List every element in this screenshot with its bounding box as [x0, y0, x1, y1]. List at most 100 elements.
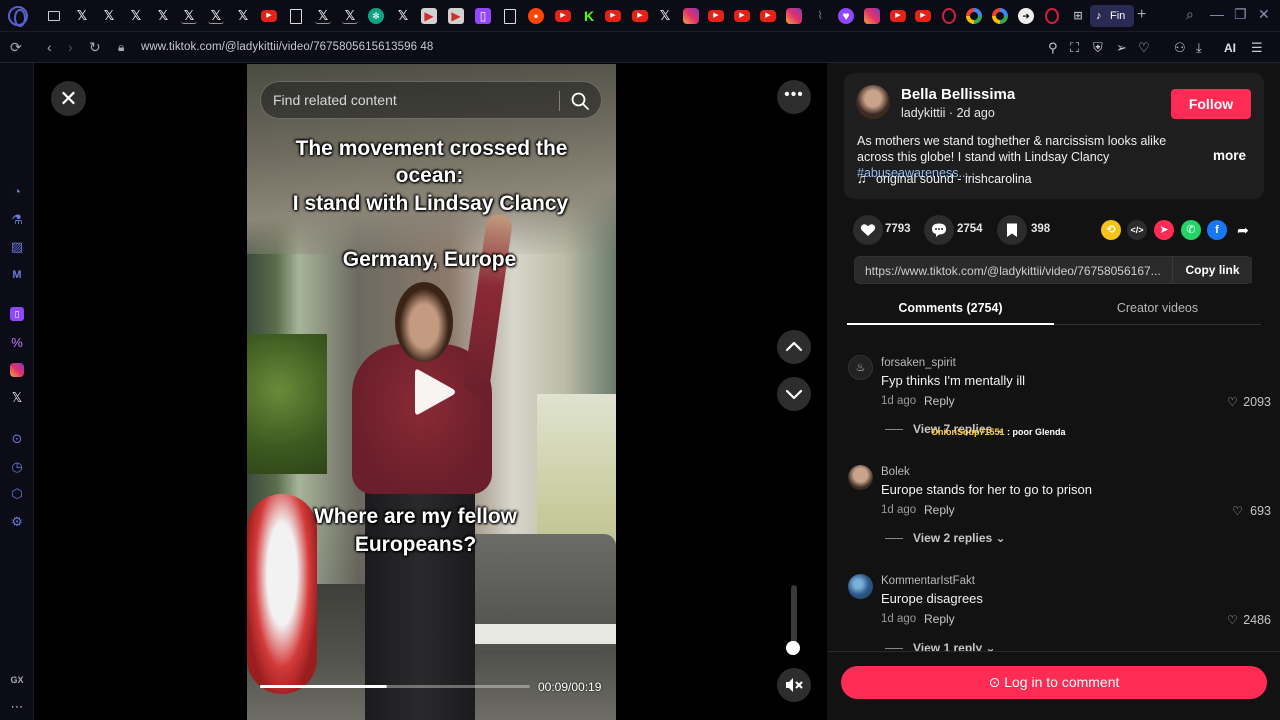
more-description-button[interactable]: more: [1213, 148, 1246, 163]
tab-flag-icon[interactable]: ▶: [421, 8, 437, 24]
tab-x-icon[interactable]: 𝕏: [315, 8, 331, 24]
tab-app-icon[interactable]: ♥: [838, 8, 854, 24]
opera-logo-icon[interactable]: [8, 6, 28, 27]
tab-google-icon[interactable]: [992, 8, 1008, 24]
tab-google-icon[interactable]: [966, 8, 982, 24]
twitch-sidebar-icon[interactable]: ▯: [10, 307, 24, 321]
sound-link[interactable]: original sound - irishcarolina: [876, 172, 1032, 186]
tab-chart-icon[interactable]: ⌇: [812, 8, 828, 24]
comment-reply-button[interactable]: Reply: [924, 394, 955, 408]
extensions-icon[interactable]: ⬡: [9, 486, 25, 502]
tab-x-icon[interactable]: 𝕏: [101, 8, 117, 24]
related-search-box[interactable]: [260, 81, 602, 119]
embed-icon[interactable]: </>: [1127, 220, 1147, 240]
tab-x-icon[interactable]: 𝕏: [208, 8, 224, 24]
tab-youtube-icon[interactable]: ▶: [261, 10, 277, 22]
search-input[interactable]: [273, 92, 543, 108]
tab-x-icon[interactable]: 𝕏: [342, 8, 358, 24]
new-tab-button[interactable]: +: [1137, 6, 1146, 24]
tab-youtube-icon[interactable]: ▶: [632, 10, 648, 22]
author-handle[interactable]: ladykittii · 2d ago: [901, 106, 995, 120]
minimize-icon[interactable]: —: [1210, 6, 1224, 22]
send-to-friends-icon[interactable]: ➤: [1154, 220, 1174, 240]
workspace-icon[interactable]: ▨: [9, 239, 25, 255]
comment-reply-button[interactable]: Reply: [924, 503, 955, 517]
comment-username[interactable]: forsaken_spirit: [881, 357, 956, 369]
tab-x-icon[interactable]: 𝕏: [181, 8, 197, 24]
comment-reply-button[interactable]: Reply: [924, 612, 955, 626]
comment-username[interactable]: Bolek: [881, 466, 910, 478]
aria-icon[interactable]: ◔: [9, 184, 25, 200]
restore-icon[interactable]: ❐: [1234, 6, 1247, 23]
follow-button[interactable]: Follow: [1171, 89, 1251, 119]
tab-x-icon[interactable]: 𝕏: [657, 8, 673, 24]
comment-avatar[interactable]: [848, 465, 873, 490]
volume-knob[interactable]: [786, 641, 800, 655]
tab-youtube-icon[interactable]: ▶: [760, 10, 776, 22]
x-sidebar-icon[interactable]: 𝕏: [9, 390, 25, 406]
play-icon[interactable]: [413, 366, 457, 418]
view-replies-button[interactable]: View 1 reply ⌄: [885, 641, 996, 651]
tab-youtube-icon[interactable]: ▶: [915, 10, 931, 22]
mute-button[interactable]: [777, 668, 811, 702]
tab-instagram-icon[interactable]: [786, 8, 802, 24]
tab-reddit-icon[interactable]: •: [528, 8, 544, 24]
profile-icon[interactable]: ⚇: [1174, 40, 1186, 56]
settings-icon[interactable]: ⚙: [9, 514, 25, 530]
like-button[interactable]: [853, 215, 883, 245]
view-replies-button[interactable]: View 2 replies ⌄: [885, 531, 1006, 545]
whatsapp-icon[interactable]: ✆: [1181, 220, 1201, 240]
video-player[interactable]: The movement crossed the ocean: I stand …: [247, 64, 616, 720]
close-video-button[interactable]: ✕: [51, 81, 86, 116]
tab-opera-icon[interactable]: [942, 8, 956, 24]
tab-youtube-icon[interactable]: ▶: [555, 10, 571, 22]
previous-video-button[interactable]: [777, 330, 811, 364]
back-icon[interactable]: ‹: [47, 39, 52, 55]
reload-sidebar-icon[interactable]: ⟳: [10, 39, 22, 56]
tab-tiktok-active[interactable]: Fin: [1090, 5, 1134, 27]
comment-avatar[interactable]: ♨: [848, 355, 873, 380]
author-avatar[interactable]: [856, 85, 890, 119]
shield-icon[interactable]: ⛨: [1093, 40, 1103, 56]
comment-username[interactable]: KommentarIstFakt: [881, 575, 975, 587]
tab-x-icon[interactable]: 𝕏: [155, 8, 171, 24]
author-name[interactable]: Bella Bellissima: [901, 86, 1015, 103]
send-icon[interactable]: ➢: [1116, 40, 1127, 56]
tab-gamepad-icon[interactable]: [48, 11, 60, 21]
history-icon[interactable]: ◷: [9, 459, 25, 475]
heart-icon[interactable]: ♡: [1138, 40, 1150, 56]
url-field[interactable]: www.tiktok.com/@ladykittii/video/7675805…: [141, 41, 433, 53]
tab-youtube-icon[interactable]: ▶: [734, 10, 750, 22]
percent-icon[interactable]: %: [9, 335, 25, 351]
reload-icon[interactable]: ↻: [89, 39, 101, 56]
tab-twitch-icon[interactable]: ▯: [475, 8, 491, 24]
facebook-icon[interactable]: f: [1207, 220, 1227, 240]
tab-youtube-icon[interactable]: ▶: [890, 10, 906, 22]
tab-x-icon[interactable]: 𝕏: [395, 8, 411, 24]
tab-instagram-icon[interactable]: [864, 8, 880, 24]
instagram-sidebar-icon[interactable]: [10, 363, 24, 377]
copy-link-button[interactable]: Copy link: [1172, 257, 1252, 283]
tab-comments[interactable]: Comments (2754): [847, 295, 1054, 325]
comment-avatar[interactable]: [848, 574, 873, 599]
tab-youtube-icon[interactable]: ▶: [605, 10, 621, 22]
tab-youtube-icon[interactable]: ▶: [708, 10, 724, 22]
tab-opera-icon[interactable]: [1045, 8, 1059, 24]
tab-document-icon[interactable]: [504, 9, 516, 24]
download-icon[interactable]: ⤓: [1196, 40, 1202, 56]
gx-icon[interactable]: GX: [9, 672, 25, 688]
ai-button[interactable]: AI: [1224, 41, 1236, 55]
share-link-text[interactable]: https://www.tiktok.com/@ladykittii/video…: [865, 264, 1170, 278]
tab-flag-icon[interactable]: ▶: [448, 8, 464, 24]
lock-icon[interactable]: 🔒︎: [118, 40, 124, 55]
tab-document-icon[interactable]: [290, 9, 302, 24]
forward-icon[interactable]: ›: [68, 39, 73, 55]
player-icon[interactable]: ⊙: [9, 431, 25, 447]
tab-arrow-icon[interactable]: ➜: [1018, 8, 1034, 24]
screenshot-icon[interactable]: ⛶: [1070, 40, 1079, 56]
next-video-button[interactable]: [777, 377, 811, 411]
tab-instagram-icon[interactable]: [683, 8, 699, 24]
messenger-icon[interactable]: M: [9, 267, 25, 283]
share-icon[interactable]: ➦: [1233, 220, 1253, 240]
comment-button[interactable]: [924, 215, 954, 245]
